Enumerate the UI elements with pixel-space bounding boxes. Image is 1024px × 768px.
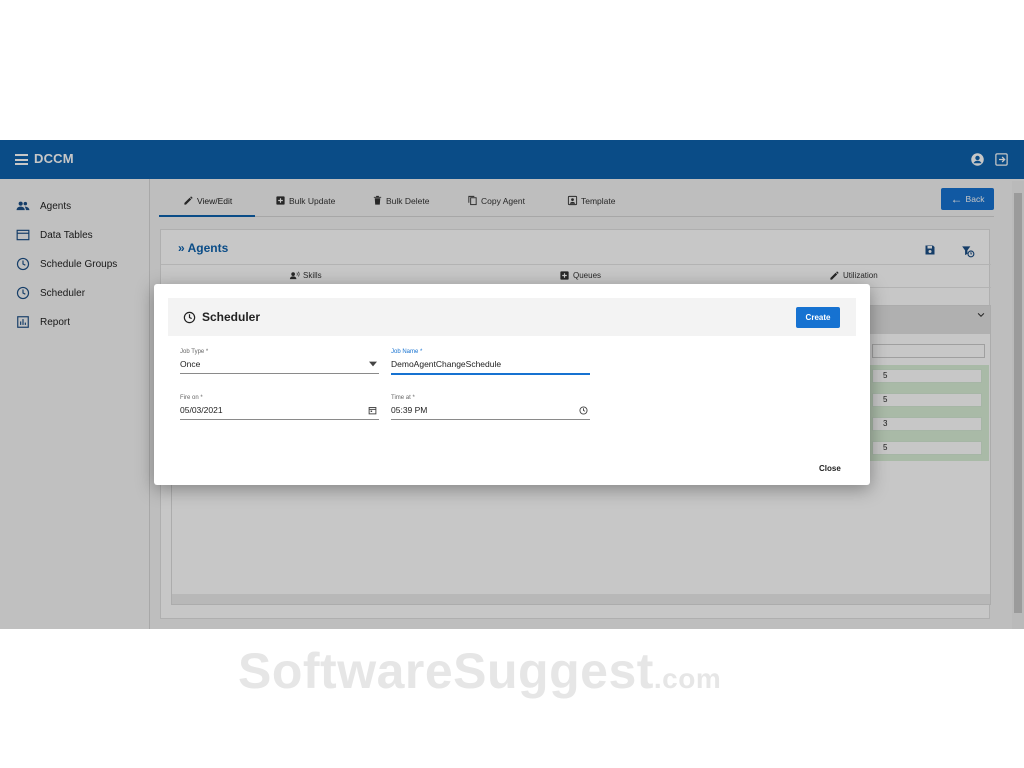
app-window: DCCM Agents Data Tables Schedule Groups … <box>0 140 1024 629</box>
field-value: 05/03/2021 <box>180 405 223 415</box>
create-button[interactable]: Create <box>796 307 840 328</box>
field-value: 05:39 PM <box>391 405 428 415</box>
field-underline <box>180 373 379 374</box>
watermark-suffix: .com <box>653 663 722 694</box>
watermark: SoftwareSuggest.com <box>238 642 721 700</box>
field-underline <box>391 373 590 375</box>
field-value: DemoAgentChangeSchedule <box>391 359 502 369</box>
dialog-title: Scheduler <box>202 310 261 324</box>
field-value: Once <box>180 359 201 369</box>
scheduler-dialog: Scheduler Create Job Type * Once Job Nam… <box>154 284 870 485</box>
field-label: Time at * <box>391 395 415 401</box>
field-underline <box>391 419 590 420</box>
watermark-text: SoftwareSuggest <box>238 643 654 699</box>
time-at-input[interactable]: Time at * 05:39 PM <box>391 395 590 423</box>
field-label: Job Type * <box>180 349 209 355</box>
field-underline <box>180 419 379 420</box>
calendar-icon[interactable] <box>368 406 377 415</box>
clock-icon <box>183 311 196 324</box>
field-label: Fire on * <box>180 395 203 401</box>
job-name-input[interactable]: Job Name * DemoAgentChangeSchedule <box>391 349 590 377</box>
dialog-header: Scheduler Create <box>168 298 856 336</box>
close-button[interactable]: Close <box>819 464 841 473</box>
dropdown-arrow-icon <box>369 361 377 367</box>
fire-on-date-input[interactable]: Fire on * 05/03/2021 <box>180 395 379 423</box>
job-type-select[interactable]: Job Type * Once <box>180 349 379 377</box>
field-label: Job Name * <box>391 349 423 355</box>
clock-icon[interactable] <box>579 406 588 415</box>
